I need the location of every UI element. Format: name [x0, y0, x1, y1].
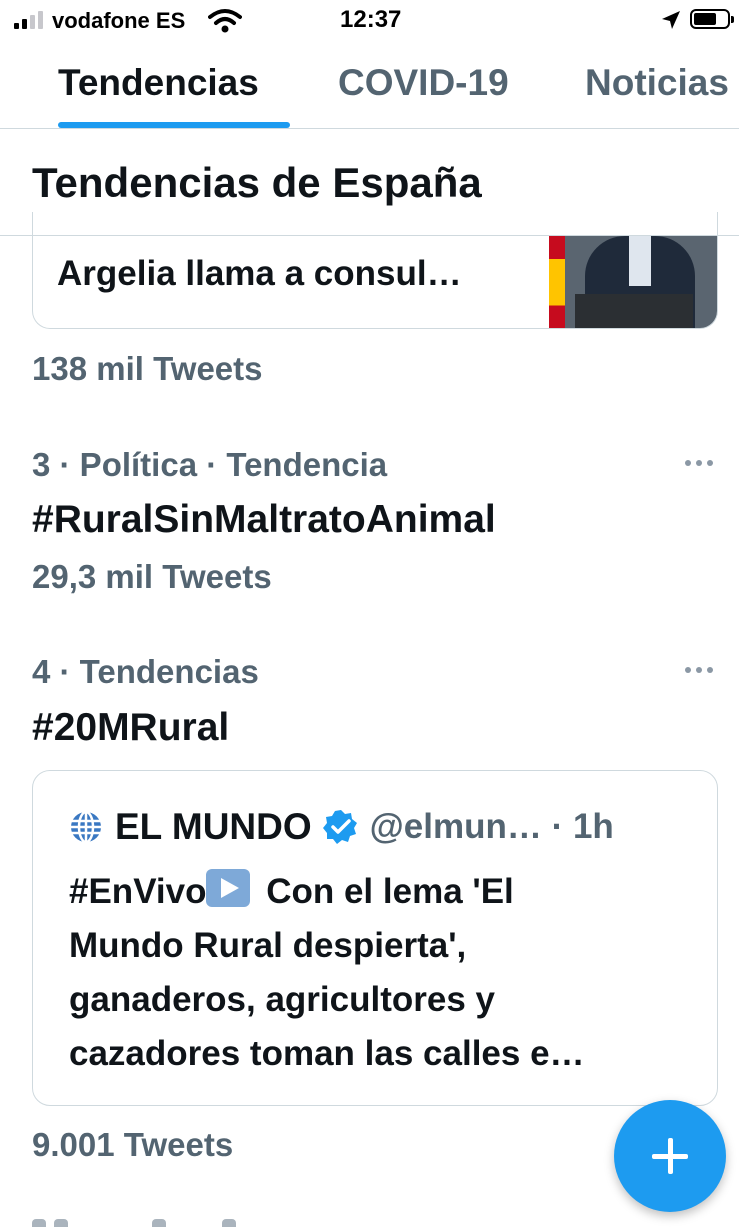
trend-name: #20MRural: [32, 706, 230, 749]
tab-covid-19[interactable]: COVID-19: [338, 62, 509, 104]
tweet-card[interactable]: EL MUNDO @elmun… · 1h #EnVivo Con el lem…: [32, 770, 718, 1106]
battery-icon: [690, 9, 734, 29]
tweet-text: #EnVivo Con el lema 'El Mundo Rural desp…: [69, 865, 689, 1081]
news-thumbnail: [549, 236, 717, 328]
compose-tweet-button[interactable]: [614, 1100, 726, 1212]
location-arrow-icon: [662, 11, 680, 29]
more-icon[interactable]: [685, 667, 715, 675]
trend-name: #RuralSinMaltratoAnimal: [32, 498, 496, 541]
wifi-icon: [208, 9, 242, 33]
globe-icon: [71, 810, 101, 844]
tab-tendencias[interactable]: Tendencias: [58, 62, 259, 104]
tab-noticias[interactable]: Noticias: [585, 62, 729, 104]
tweet-author[interactable]: EL MUNDO: [115, 806, 312, 848]
more-icon[interactable]: [685, 460, 715, 468]
tweet-hashtag[interactable]: #EnVivo: [69, 872, 206, 911]
explore-tabs: Tendencias COVID-19 Noticias: [0, 42, 739, 129]
active-tab-indicator: [58, 122, 290, 128]
news-tweet-count: 138 mil Tweets: [32, 350, 263, 387]
play-emoji-icon: [206, 869, 251, 907]
trend-tweet-count: 29,3 mil Tweets: [32, 558, 272, 595]
signal-icon: [14, 11, 43, 29]
news-card-title: Argelia llama a consul…: [57, 254, 462, 293]
page-title: Tendencias de España: [32, 159, 482, 206]
clock: 12:37: [340, 6, 402, 33]
next-trend-peek: [32, 1215, 252, 1227]
status-bar: vodafone ES 12:37: [0, 0, 739, 42]
verified-badge-icon: [322, 810, 357, 844]
trend-meta: 3 · Política · Tendencia: [32, 446, 388, 483]
tweet-handle-time: @elmun… · 1h: [369, 807, 614, 846]
trend-tweet-count: 9.001 Tweets: [32, 1126, 234, 1163]
tweet-header: EL MUNDO @elmun… · 1h: [69, 805, 614, 849]
carrier-name: vodafone ES: [52, 8, 186, 33]
news-card[interactable]: Argelia llama a consul…: [32, 212, 718, 329]
trend-meta: 4 · Tendencias: [32, 653, 259, 690]
